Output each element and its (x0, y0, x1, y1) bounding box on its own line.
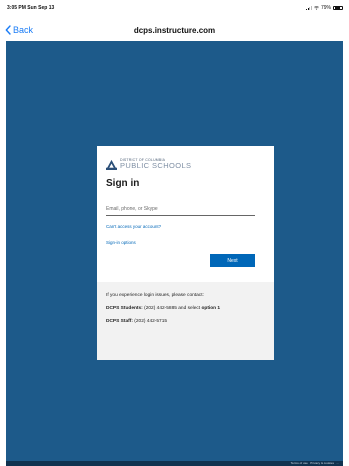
staff-label: DCPS Staff: (106, 319, 133, 324)
signin-card: DISTRICT OF COLUMBIA PUBLIC SCHOOLS Sign… (97, 146, 274, 360)
status-time: 3:05 PM Sun Sep 13 (7, 5, 54, 11)
battery-percent: 79% (320, 5, 331, 11)
signin-card-top: DISTRICT OF COLUMBIA PUBLIC SCHOOLS Sign… (97, 146, 274, 282)
screen: 3:05 PM Sun Sep 13 79% Back dcps.instruc… (0, 0, 349, 466)
privacy-link[interactable]: Privacy & cookies (310, 461, 334, 465)
battery-icon (333, 5, 343, 11)
wifi-icon (313, 6, 319, 10)
footer-links: Terms of use Privacy & cookies ... (291, 461, 339, 466)
battery-fill (334, 7, 341, 9)
help-section: If you experience login issues, please c… (97, 282, 274, 360)
status-right: 79% (306, 5, 343, 11)
help-students: DCPS Students: (202) 442-5885 and select… (106, 306, 265, 312)
terms-link[interactable]: Terms of use (291, 461, 308, 465)
page-footer: Terms of use Privacy & cookies ... (6, 461, 343, 466)
help-intro: If you experience login issues, please c… (106, 293, 204, 298)
dcps-logo-icon (106, 159, 117, 170)
status-time-text: 3:05 PM (7, 5, 26, 11)
status-date-text: Sun Sep 13 (27, 5, 55, 11)
students-label: DCPS Students: (106, 306, 143, 311)
students-text: (202) 442-5885 and select (142, 306, 202, 311)
signin-heading: Sign in (106, 178, 140, 189)
cant-access-account-link[interactable]: Can't access your account? (106, 224, 161, 229)
signin-options-link[interactable]: Sign-in options (106, 240, 136, 245)
brand-line2: PUBLIC SCHOOLS (120, 161, 192, 170)
staff-text: (202) 442-5715 (132, 319, 168, 324)
email-field[interactable] (106, 203, 255, 216)
next-button[interactable]: Next (210, 254, 255, 267)
browser-nav-bar: Back dcps.instructure.com (0, 22, 349, 40)
students-option: option 1 (201, 306, 221, 311)
dcps-brand: DISTRICT OF COLUMBIA PUBLIC SCHOOLS (106, 158, 191, 170)
status-bar: 3:05 PM Sun Sep 13 79% (0, 0, 349, 22)
more-link[interactable]: ... (336, 461, 339, 465)
url-title: dcps.instructure.com (133, 26, 216, 35)
cellular-signal-icon (306, 6, 312, 10)
brand-text: DISTRICT OF COLUMBIA PUBLIC SCHOOLS (120, 158, 191, 170)
help-staff: DCPS Staff: (202) 442-5715 (106, 319, 265, 325)
